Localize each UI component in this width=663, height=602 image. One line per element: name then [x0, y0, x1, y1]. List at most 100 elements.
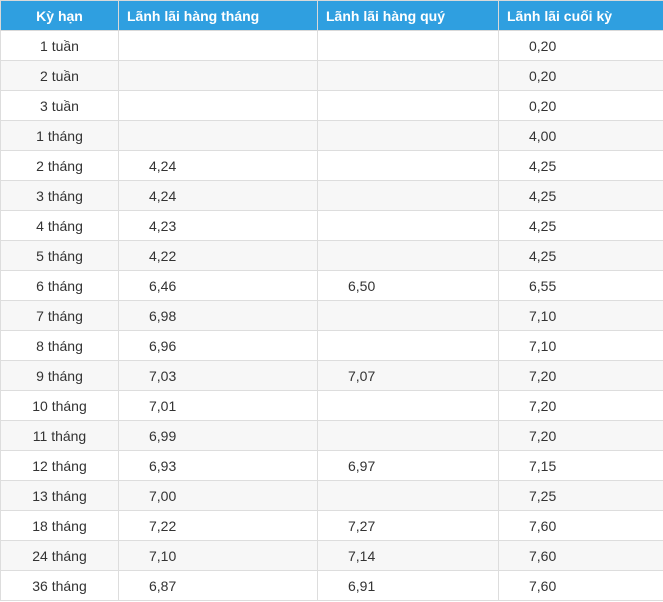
table-row: 24 tháng 7,10 7,14 7,60 [0, 540, 663, 571]
quarterly-rate-cell: 7,07 [317, 360, 499, 391]
monthly-rate-cell: 4,23 [118, 210, 318, 241]
term-cell: 2 tuần [0, 60, 119, 91]
interest-rate-table: Kỳ hạn Lãnh lãi hàng tháng Lãnh lãi hàng… [0, 0, 663, 601]
term-cell: 13 tháng [0, 480, 119, 511]
table-row: 3 tháng 4,24 4,25 [0, 180, 663, 211]
quarterly-rate-cell: 7,14 [317, 540, 499, 571]
end-of-term-rate-cell: 7,60 [498, 570, 663, 601]
monthly-rate-cell: 7,03 [118, 360, 318, 391]
monthly-rate-cell: 7,22 [118, 510, 318, 541]
monthly-rate-cell: 4,22 [118, 240, 318, 271]
end-of-term-rate-cell: 4,25 [498, 180, 663, 211]
quarterly-rate-cell [317, 150, 499, 181]
monthly-rate-cell [118, 120, 318, 151]
header-end-of-term: Lãnh lãi cuối kỳ [498, 0, 663, 31]
term-cell: 7 tháng [0, 300, 119, 331]
table-row: 12 tháng 6,93 6,97 7,15 [0, 450, 663, 481]
header-monthly: Lãnh lãi hàng tháng [118, 0, 318, 31]
table-row: 8 tháng 6,96 7,10 [0, 330, 663, 361]
term-cell: 24 tháng [0, 540, 119, 571]
term-cell: 36 tháng [0, 570, 119, 601]
term-cell: 8 tháng [0, 330, 119, 361]
table-row: 36 tháng 6,87 6,91 7,60 [0, 570, 663, 601]
end-of-term-rate-cell: 4,25 [498, 210, 663, 241]
term-cell: 18 tháng [0, 510, 119, 541]
end-of-term-rate-cell: 4,25 [498, 240, 663, 271]
quarterly-rate-cell: 6,97 [317, 450, 499, 481]
monthly-rate-cell: 6,87 [118, 570, 318, 601]
header-quarterly: Lãnh lãi hàng quý [317, 0, 499, 31]
quarterly-rate-cell: 7,27 [317, 510, 499, 541]
quarterly-rate-cell [317, 180, 499, 211]
end-of-term-rate-cell: 4,00 [498, 120, 663, 151]
term-cell: 1 tuần [0, 30, 119, 61]
end-of-term-rate-cell: 0,20 [498, 60, 663, 91]
quarterly-rate-cell [317, 240, 499, 271]
end-of-term-rate-cell: 6,55 [498, 270, 663, 301]
table-row: 9 tháng 7,03 7,07 7,20 [0, 360, 663, 391]
term-cell: 12 tháng [0, 450, 119, 481]
term-cell: 11 tháng [0, 420, 119, 451]
table-row: 11 tháng 6,99 7,20 [0, 420, 663, 451]
monthly-rate-cell: 6,93 [118, 450, 318, 481]
end-of-term-rate-cell: 7,15 [498, 450, 663, 481]
term-cell: 4 tháng [0, 210, 119, 241]
monthly-rate-cell: 6,99 [118, 420, 318, 451]
header-term: Kỳ hạn [0, 0, 119, 31]
monthly-rate-cell [118, 30, 318, 61]
monthly-rate-cell: 7,00 [118, 480, 318, 511]
monthly-rate-cell: 6,98 [118, 300, 318, 331]
quarterly-rate-cell [317, 480, 499, 511]
table-row: 3 tuần 0,20 [0, 90, 663, 121]
table-row: 13 tháng 7,00 7,25 [0, 480, 663, 511]
term-cell: 2 tháng [0, 150, 119, 181]
end-of-term-rate-cell: 7,10 [498, 300, 663, 331]
table-row: 1 tháng 4,00 [0, 120, 663, 151]
quarterly-rate-cell [317, 390, 499, 421]
table-header: Kỳ hạn Lãnh lãi hàng tháng Lãnh lãi hàng… [0, 0, 663, 31]
quarterly-rate-cell [317, 30, 499, 61]
monthly-rate-cell: 4,24 [118, 180, 318, 211]
quarterly-rate-cell [317, 300, 499, 331]
end-of-term-rate-cell: 7,10 [498, 330, 663, 361]
quarterly-rate-cell [317, 330, 499, 361]
table-row: 18 tháng 7,22 7,27 7,60 [0, 510, 663, 541]
end-of-term-rate-cell: 7,60 [498, 510, 663, 541]
term-cell: 3 tuần [0, 90, 119, 121]
table-row: 4 tháng 4,23 4,25 [0, 210, 663, 241]
end-of-term-rate-cell: 0,20 [498, 90, 663, 121]
table-row: 7 tháng 6,98 7,10 [0, 300, 663, 331]
quarterly-rate-cell [317, 420, 499, 451]
quarterly-rate-cell [317, 210, 499, 241]
monthly-rate-cell: 6,46 [118, 270, 318, 301]
end-of-term-rate-cell: 7,60 [498, 540, 663, 571]
quarterly-rate-cell [317, 120, 499, 151]
term-cell: 3 tháng [0, 180, 119, 211]
monthly-rate-cell: 4,24 [118, 150, 318, 181]
term-cell: 10 tháng [0, 390, 119, 421]
end-of-term-rate-cell: 0,20 [498, 30, 663, 61]
quarterly-rate-cell: 6,50 [317, 270, 499, 301]
monthly-rate-cell: 7,01 [118, 390, 318, 421]
monthly-rate-cell [118, 90, 318, 121]
table-row: 2 tuần 0,20 [0, 60, 663, 91]
monthly-rate-cell: 6,96 [118, 330, 318, 361]
term-cell: 6 tháng [0, 270, 119, 301]
term-cell: 5 tháng [0, 240, 119, 271]
end-of-term-rate-cell: 7,20 [498, 420, 663, 451]
term-cell: 9 tháng [0, 360, 119, 391]
table-row: 5 tháng 4,22 4,25 [0, 240, 663, 271]
table-row: 10 tháng 7,01 7,20 [0, 390, 663, 421]
quarterly-rate-cell [317, 90, 499, 121]
end-of-term-rate-cell: 7,20 [498, 390, 663, 421]
table-row: 6 tháng 6,46 6,50 6,55 [0, 270, 663, 301]
end-of-term-rate-cell: 7,25 [498, 480, 663, 511]
table-row: 1 tuần 0,20 [0, 30, 663, 61]
quarterly-rate-cell: 6,91 [317, 570, 499, 601]
table-body: 1 tuần 0,20 2 tuần 0,20 3 tuần 0,20 1 tháng 4,0… [0, 30, 663, 601]
quarterly-rate-cell [317, 60, 499, 91]
monthly-rate-cell: 7,10 [118, 540, 318, 571]
end-of-term-rate-cell: 4,25 [498, 150, 663, 181]
header-row: Kỳ hạn Lãnh lãi hàng tháng Lãnh lãi hàng… [0, 0, 663, 31]
term-cell: 1 tháng [0, 120, 119, 151]
